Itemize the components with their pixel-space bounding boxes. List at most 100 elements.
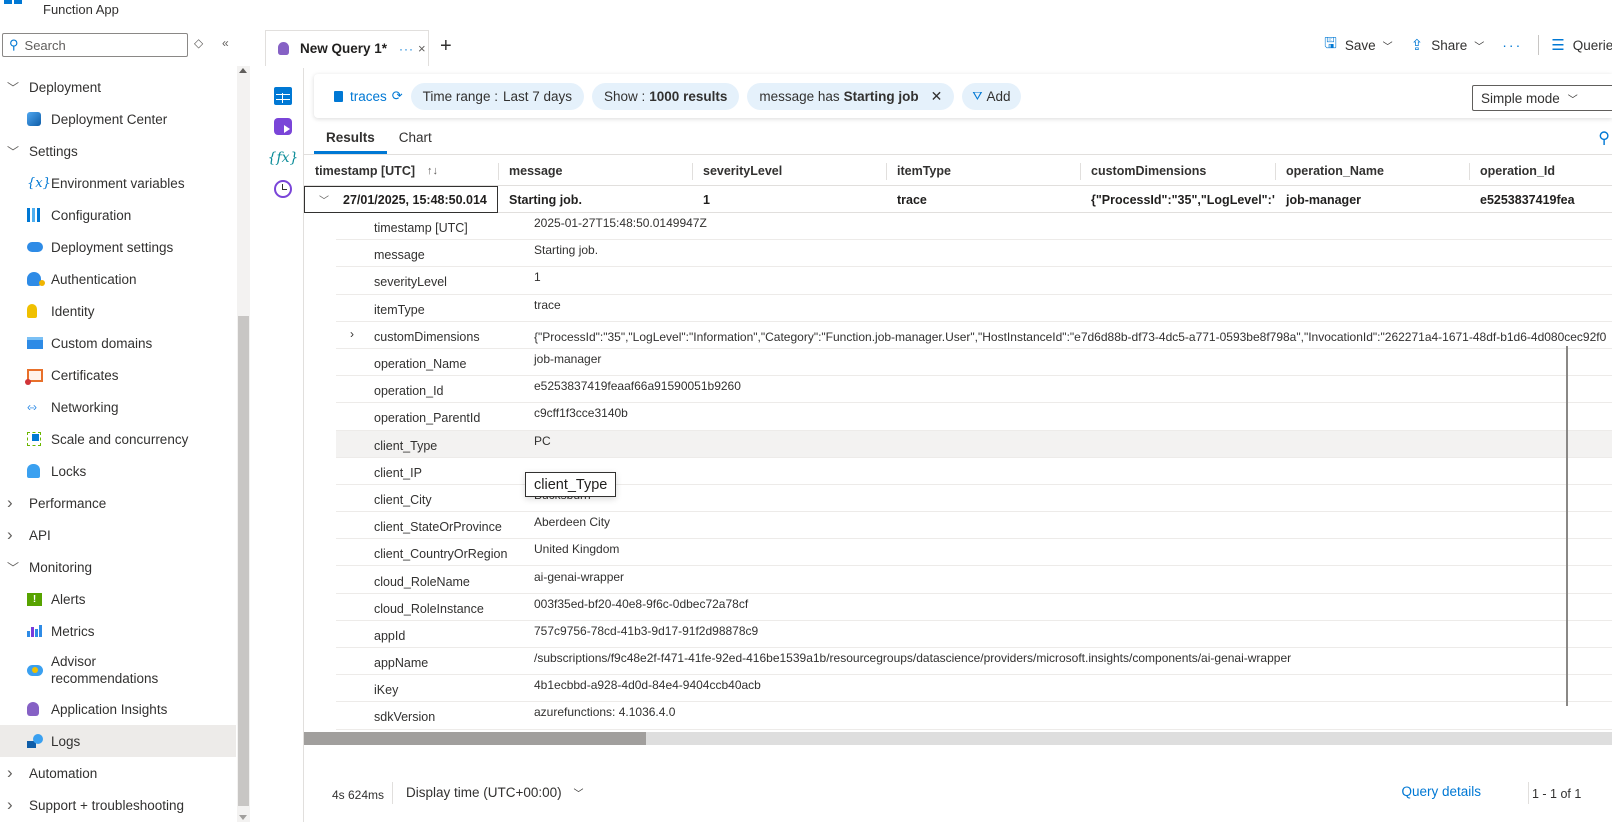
tab-close-icon[interactable]: × <box>418 41 426 56</box>
sidebar-item-metrics[interactable]: Metrics <box>0 615 236 647</box>
display-time-dropdown[interactable]: Display time (UTC+00:00) ﹀ <box>406 785 583 800</box>
cell-operation-id[interactable]: e5253837419fea <box>1469 186 1612 213</box>
scroll-up-icon[interactable] <box>239 68 247 73</box>
detail-value[interactable]: Aberdeen City <box>496 515 610 529</box>
sidebar-item-scale-and-concurrency[interactable]: Scale and concurrency <box>0 423 236 455</box>
grid-horizontal-scrollbar[interactable] <box>304 732 1612 745</box>
query-details-link[interactable]: Query details <box>1401 784 1481 799</box>
share-button[interactable]: ⇪ Share ﹀ <box>1411 36 1485 54</box>
column-header-operation-id[interactable]: operation_Id <box>1469 156 1612 186</box>
detail-value[interactable]: azurefunctions: 4.1036.4.0 <box>496 705 675 719</box>
sidebar-item-settings[interactable]: ﹀ Settings <box>0 135 236 167</box>
sidebar-item-configuration[interactable]: Configuration <box>0 199 236 231</box>
detail-row[interactable]: client_Type PC <box>336 430 1612 458</box>
detail-row[interactable]: cloud_RoleName ai-genai-wrapper <box>336 566 1612 594</box>
sidebar-item-custom-domains[interactable]: Custom domains <box>0 327 236 359</box>
tab-more-icon[interactable]: ··· <box>399 42 414 56</box>
sidebar-item-logs[interactable]: Logs <box>0 725 236 757</box>
sidebar-item-application-insights[interactable]: Application Insights <box>0 693 236 725</box>
detail-value[interactable]: 4b1ecbbd-a928-4d0d-84e4-9404ccb40acb <box>496 678 761 692</box>
column-header-customdimensions[interactable]: customDimensions <box>1080 156 1275 186</box>
cell-severity[interactable]: 1 <box>692 186 886 213</box>
detail-value[interactable]: {"ProcessId":"35","LogLevel":"Informatio… <box>496 330 1606 344</box>
filter-pill[interactable]: message has Starting job ✕ <box>747 82 955 110</box>
detail-row[interactable]: iKey 4b1ecbbd-a928-4d0d-84e4-9404ccb40acb <box>336 675 1612 703</box>
detail-value[interactable]: 757c9756-78cd-41b3-9d17-91f2d98878c9 <box>496 624 758 638</box>
detail-value[interactable]: /subscriptions/f9c48e2f-f471-41fe-92ed-4… <box>496 651 1291 665</box>
sidebar-item-automation[interactable]: › Automation <box>0 757 236 789</box>
column-header-message[interactable]: message <box>498 156 692 186</box>
more-actions-button[interactable]: ··· <box>1502 37 1522 53</box>
sidebar-scroll-thumb[interactable] <box>238 316 249 806</box>
refresh-icon[interactable]: ⟳ <box>392 88 403 104</box>
sidebar-item-deployment-center[interactable]: Deployment Center <box>0 103 236 135</box>
sidebar-item-api[interactable]: › API <box>0 519 236 551</box>
detail-row[interactable]: appId 757c9756-78cd-41b3-9d17-91f2d98878c… <box>336 621 1612 648</box>
sidebar-item-advisor-recommendations[interactable]: Advisor recommendations <box>0 647 236 693</box>
detail-row[interactable]: operation_ParentId c9cff1f3cce3140b <box>336 403 1612 431</box>
sidebar-item-alerts[interactable]: ! Alerts <box>0 583 236 615</box>
sidebar-item-identity[interactable]: Identity <box>0 295 236 327</box>
query-tab[interactable]: New Query 1* ··· × <box>265 30 429 66</box>
sidebar-item-networking[interactable]: ‹··› Networking <box>0 391 236 423</box>
save-button[interactable]: 🖫 Save ﹀ <box>1324 33 1393 58</box>
sidebar-item-support-troubleshooting[interactable]: › Support + troubleshooting <box>0 789 236 821</box>
sidebar-item-certificates[interactable]: Certificates <box>0 359 236 391</box>
cell-timestamp[interactable]: ﹀ 27/01/2025, 15:48:50.014 <box>304 186 498 213</box>
detail-row[interactable]: › customDimensions {"ProcessId":"35","LogL… <box>336 322 1612 349</box>
collapse-sidebar-icon[interactable]: « <box>222 36 229 50</box>
detail-value[interactable]: job-manager <box>496 352 601 366</box>
tables-button[interactable] <box>268 80 298 111</box>
sidebar-item-authentication[interactable]: Authentication <box>0 263 236 295</box>
grid-vertical-scrollbar[interactable] <box>1566 346 1568 706</box>
tab-chart[interactable]: Chart <box>387 124 444 154</box>
collapse-row-icon[interactable]: ﹀ <box>319 192 329 207</box>
sidebar-item-monitoring[interactable]: ﹀ Monitoring <box>0 551 236 583</box>
sidebar-search[interactable]: ⚲ <box>2 33 188 57</box>
detail-value[interactable]: Starting job. <box>496 243 598 257</box>
time-range-pill[interactable]: Time range : Last 7 days <box>410 82 584 110</box>
search-icon[interactable]: ⚲ <box>1598 128 1610 148</box>
detail-value[interactable]: c9cff1f3cce3140b <box>496 406 628 420</box>
detail-row[interactable]: client_CountryOrRegion United Kingdom <box>336 539 1612 567</box>
detail-row[interactable]: appName/subscriptions/f9c48e2f-f471-41fe… <box>336 648 1612 676</box>
show-results-pill[interactable]: Show : 1000 results <box>592 82 740 110</box>
detail-value[interactable]: 2025-01-27T15:48:50.0149947Z <box>496 216 707 230</box>
detail-value[interactable]: 1 <box>496 270 541 284</box>
sidebar-item-locks[interactable]: Locks <box>0 455 236 487</box>
detail-value[interactable]: 003f35ed-bf20-40e8-9f6c-0dbec72a78cf <box>496 597 748 611</box>
detail-row[interactable]: timestamp [UTC] 2025-01-27T15:48:50.01499… <box>336 213 1612 241</box>
sidebar-scrollbar[interactable] <box>237 66 250 822</box>
add-tab-button[interactable]: + <box>440 35 452 58</box>
detail-row[interactable]: operation_Id e5253837419feaaf66a91590051b… <box>336 376 1612 404</box>
detail-value[interactable]: trace <box>496 298 561 312</box>
detail-value[interactable]: PC <box>496 434 551 448</box>
detail-value[interactable]: ai-genai-wrapper <box>496 570 624 584</box>
cell-customdimensions[interactable]: {"ProcessId":"35","LogLevel":"I... <box>1080 186 1275 213</box>
detail-row[interactable]: cloud_RoleInstance 003f35ed-bf20-40e8-9f6… <box>336 594 1612 621</box>
horizontal-scroll-thumb[interactable] <box>304 732 646 745</box>
column-header-severity[interactable]: severityLevel <box>692 156 886 186</box>
queries-hub-button[interactable] <box>268 111 298 142</box>
table-selector[interactable]: traces ⟳ <box>334 88 403 104</box>
column-header-itemtype[interactable]: itemType <box>886 156 1080 186</box>
detail-row[interactable]: itemType trace <box>336 295 1612 322</box>
detail-value[interactable]: e5253837419feaaf66a91590051b9260 <box>496 379 741 393</box>
sort-icon[interactable]: ↑↓ <box>427 165 438 177</box>
history-button[interactable] <box>268 173 298 204</box>
column-header-operation-name[interactable]: operation_Name <box>1275 156 1469 186</box>
mode-select[interactable]: Simple mode ﹀ <box>1472 85 1612 111</box>
column-header-timestamp[interactable]: timestamp [UTC] ↑↓ <box>304 156 498 186</box>
cell-operation-name[interactable]: job-manager <box>1275 186 1469 213</box>
detail-row[interactable]: severityLevel 1 <box>336 267 1612 295</box>
add-filter-button[interactable]: ⛛ Add <box>962 82 1021 110</box>
queries-button[interactable]: ☰ Queries <box>1551 36 1612 54</box>
detail-value[interactable]: United Kingdom <box>496 542 619 556</box>
table-row[interactable]: ﹀ 27/01/2025, 15:48:50.014 Starting job.… <box>304 186 1612 213</box>
functions-button[interactable]: {fx} <box>268 142 299 173</box>
sidebar-item-deployment-settings[interactable]: Deployment settings <box>0 231 236 263</box>
cell-itemtype[interactable]: trace <box>886 186 1080 213</box>
cell-message[interactable]: Starting job. <box>498 186 692 213</box>
detail-row[interactable]: sdkVersion azurefunctions: 4.1036.4.0 <box>336 702 1612 730</box>
sidebar-item-deployment[interactable]: ﹀ Deployment <box>0 71 236 103</box>
